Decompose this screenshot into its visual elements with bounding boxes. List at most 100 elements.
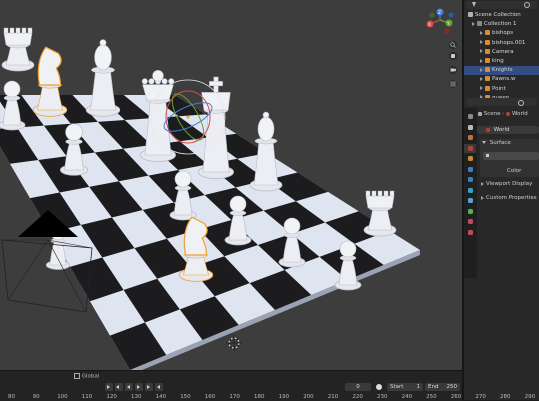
ruler-tick: 190 <box>278 394 290 400</box>
constraints-icon[interactable] <box>464 196 476 205</box>
outliner-label: Collection 1 <box>484 21 517 28</box>
ruler-tick: 150 <box>180 394 191 400</box>
breadcrumb: Scene › World <box>478 111 528 117</box>
ruler-tick: 80 <box>8 394 15 400</box>
texture-icon[interactable] <box>464 228 476 237</box>
custom-properties-panel[interactable]: Custom Properties <box>481 195 537 201</box>
surface-panel: Surface Color <box>480 139 539 177</box>
scene-icon <box>478 111 482 116</box>
ruler-tick: 110 <box>81 394 93 400</box>
expand-icon[interactable] <box>480 30 483 35</box>
object-icon <box>468 12 473 17</box>
surface-panel-header[interactable]: Surface <box>482 140 511 146</box>
expand-icon[interactable] <box>480 76 483 81</box>
outliner-label: Pawns.w <box>492 76 516 83</box>
start-value: 1 <box>416 384 421 390</box>
record-icon[interactable] <box>376 384 382 390</box>
expand-icon[interactable] <box>480 40 483 45</box>
outliner-label: bishops <box>492 30 514 37</box>
outliner-row[interactable]: Point <box>464 85 539 94</box>
expand-icon[interactable] <box>480 49 483 54</box>
object-icon <box>485 58 490 63</box>
timeline: Global 0 Start 1 End 250 80 90 100 110 120 13… <box>0 370 535 401</box>
ruler-tick: 160 <box>204 394 216 400</box>
viewport-display-panel[interactable]: Viewport Display <box>481 181 532 187</box>
gizmo-y-label: Y <box>446 21 450 27</box>
world-icon <box>486 127 490 132</box>
outliner-label: Point <box>492 85 506 92</box>
gizmo-x-label: X <box>428 22 431 28</box>
end-frame-field[interactable]: End 250 <box>425 383 460 391</box>
ruler-tick: 280 <box>500 394 511 400</box>
outliner-label: Camera <box>492 48 514 55</box>
play-button[interactable] <box>135 383 143 391</box>
expand-icon[interactable] <box>480 58 483 63</box>
data-icon[interactable] <box>464 207 476 216</box>
object-icon[interactable] <box>464 154 476 163</box>
outliner-row[interactable]: king <box>464 57 539 66</box>
ruler-tick: 290 <box>524 394 536 400</box>
outliner-label: Knights <box>492 67 513 74</box>
ruler-tick: 140 <box>155 394 167 400</box>
output-icon[interactable] <box>464 133 476 142</box>
world-datablock[interactable]: World <box>483 126 539 134</box>
physics-icon[interactable] <box>464 186 476 195</box>
transform-orientation-value: Global <box>81 373 100 380</box>
ruler-tick: 260 <box>450 394 462 400</box>
outliner-row[interactable]: Camera <box>464 48 539 57</box>
ruler-tick: 130 <box>131 394 142 400</box>
ruler-tick: 250 <box>426 394 437 400</box>
render-icon[interactable] <box>464 123 476 132</box>
right-panel: Scene Collection Collection 1 bishops bisho… <box>462 0 539 400</box>
expand-icon[interactable] <box>480 67 483 72</box>
ruler-tick: 90 <box>32 394 40 400</box>
outliner-row[interactable]: Pawns.w <box>464 75 539 84</box>
outliner-row[interactable]: bishops.001 <box>464 39 539 48</box>
world-icon <box>506 111 511 116</box>
jump-start-button[interactable] <box>105 383 113 391</box>
material-icon[interactable] <box>464 217 476 226</box>
properties-header <box>466 98 537 106</box>
transform-orientation[interactable]: Global <box>74 373 99 380</box>
3d-viewport[interactable]: Z Y X <box>0 0 462 370</box>
start-frame-field[interactable]: Start 1 <box>387 383 423 391</box>
play-reverse-button[interactable] <box>125 383 133 391</box>
ruler-tick: 200 <box>303 394 314 400</box>
orientation-icon <box>74 373 80 379</box>
expand-icon[interactable] <box>472 21 475 26</box>
world-icon[interactable] <box>464 143 476 153</box>
object-icon <box>485 30 490 36</box>
surface-shader-field[interactable] <box>483 152 539 160</box>
world-browse-icon[interactable] <box>477 126 483 134</box>
color-label: Color <box>507 168 522 174</box>
expand-icon[interactable] <box>480 86 483 91</box>
ruler-tick: 180 <box>254 394 265 400</box>
next-keyframe-button[interactable] <box>145 383 153 391</box>
prev-keyframe-button[interactable] <box>115 383 123 391</box>
outliner-label: Scene Collection <box>475 12 521 18</box>
particles-icon[interactable] <box>464 175 476 184</box>
viewport-display-label: Viewport Display <box>486 181 533 187</box>
outliner-header <box>466 1 537 9</box>
custom-properties-label: Custom Properties <box>486 195 537 201</box>
search-icon[interactable] <box>524 2 530 8</box>
start-label: Start <box>390 384 404 390</box>
ruler-tick: 220 <box>352 394 363 400</box>
outliner-root[interactable]: Scene Collection <box>464 11 539 20</box>
current-frame-field[interactable]: 0 <box>345 383 371 391</box>
navigation-gizmo[interactable]: Z Y X <box>0 0 462 370</box>
search-icon[interactable] <box>518 99 524 106</box>
breadcrumb-scene: Scene <box>483 111 501 117</box>
outliner-row[interactable]: bishops <box>464 29 539 38</box>
outliner-row[interactable]: Knights <box>464 66 539 76</box>
jump-end-button[interactable] <box>155 383 163 391</box>
surface-label: Surface <box>489 140 511 146</box>
ruler-tick: 240 <box>401 394 413 400</box>
shader-icon <box>486 154 489 157</box>
object-icon <box>485 48 490 54</box>
gizmo-z-label: Z <box>438 10 441 16</box>
tool-icon[interactable] <box>464 112 476 121</box>
filter-icon[interactable] <box>472 2 476 7</box>
outliner-row[interactable]: Collection 1 <box>464 20 539 29</box>
modifier-icon[interactable] <box>464 165 476 174</box>
